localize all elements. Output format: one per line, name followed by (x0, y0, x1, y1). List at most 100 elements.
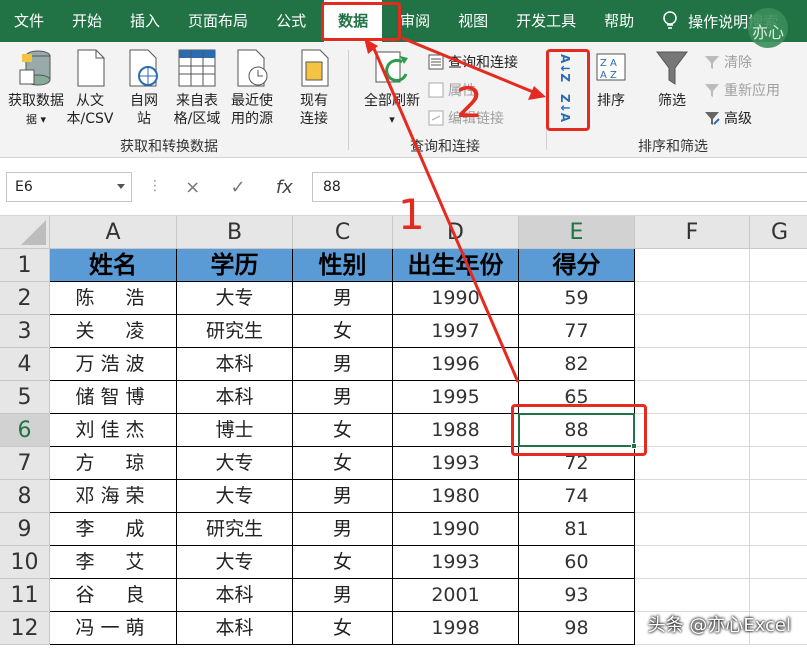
cell-b4[interactable]: 本科 (177, 348, 293, 381)
filter-button[interactable]: 筛选 (652, 48, 692, 110)
row-header-5[interactable]: 5 (0, 381, 50, 414)
cell-b5[interactable]: 本科 (177, 381, 293, 414)
cell-a3[interactable]: 关 凌 (50, 315, 177, 348)
cell-g7[interactable] (750, 447, 807, 480)
cell-f3[interactable] (635, 315, 750, 348)
refresh-all-button[interactable]: 全部刷新 ▾ (356, 48, 428, 129)
cell-e3[interactable]: 77 (519, 315, 635, 348)
row-header-1[interactable]: 1 (0, 249, 50, 282)
tab-1[interactable]: 开始 (58, 0, 116, 42)
cell-a8[interactable]: 邓海荣 (50, 480, 177, 513)
tab-4[interactable]: 公式 (262, 0, 320, 42)
cell-d12[interactable]: 1998 (393, 612, 519, 645)
cell-d4[interactable]: 1996 (393, 348, 519, 381)
cell-b6[interactable]: 博士 (177, 414, 293, 447)
cell-f6[interactable] (635, 414, 750, 447)
cell-a1[interactable]: 姓名 (50, 249, 177, 282)
recent-sources-button[interactable]: 最近使用的源 (226, 48, 278, 128)
fill-handle[interactable] (631, 443, 637, 449)
cell-e9[interactable]: 81 (519, 513, 635, 546)
cell-g2[interactable] (750, 282, 807, 315)
cell-e1[interactable]: 得分 (519, 249, 635, 282)
tab-5[interactable]: 数据 (324, 0, 383, 42)
cancel-icon[interactable]: × (185, 177, 200, 198)
from-web-button[interactable]: 自网站 (124, 48, 164, 128)
cell-a6[interactable]: 刘佳杰 (50, 414, 177, 447)
cell-e2[interactable]: 59 (519, 282, 635, 315)
tab-6[interactable]: 审阅 (386, 0, 444, 42)
cell-b11[interactable]: 本科 (177, 579, 293, 612)
get-data-button[interactable]: 获取数据据 ▾ (8, 48, 64, 129)
cell-c6[interactable]: 女 (293, 414, 393, 447)
row-header-4[interactable]: 4 (0, 348, 50, 381)
tab-3[interactable]: 页面布局 (174, 0, 262, 42)
cell-d5[interactable]: 1995 (393, 381, 519, 414)
cell-a11[interactable]: 谷 良 (50, 579, 177, 612)
cell-g5[interactable] (750, 381, 807, 414)
column-header-f[interactable]: F (635, 216, 750, 249)
tab-7[interactable]: 视图 (444, 0, 502, 42)
row-header-12[interactable]: 12 (0, 612, 50, 645)
cell-c4[interactable]: 男 (293, 348, 393, 381)
cell-g4[interactable] (750, 348, 807, 381)
select-all-corner[interactable] (0, 216, 50, 249)
reapply-button[interactable]: 重新应用 (704, 80, 780, 100)
column-header-e[interactable]: E (519, 216, 635, 249)
existing-connections-button[interactable]: 现有连接 (292, 48, 336, 128)
cell-b2[interactable]: 大专 (177, 282, 293, 315)
cell-c12[interactable]: 女 (293, 612, 393, 645)
cell-a12[interactable]: 冯一萌 (50, 612, 177, 645)
from-text-button[interactable]: 从文本/CSV (62, 48, 118, 128)
cell-d6[interactable]: 1988 (393, 414, 519, 447)
cell-f7[interactable] (635, 447, 750, 480)
cell-b7[interactable]: 大专 (177, 447, 293, 480)
cell-a10[interactable]: 李 艾 (50, 546, 177, 579)
queries-connections-button[interactable]: 查询和连接 (428, 52, 518, 72)
cell-d1[interactable]: 出生年份 (393, 249, 519, 282)
cell-a2[interactable]: 陈 浩 (50, 282, 177, 315)
cell-c11[interactable]: 男 (293, 579, 393, 612)
cell-d3[interactable]: 1997 (393, 315, 519, 348)
cell-f8[interactable] (635, 480, 750, 513)
cell-g11[interactable] (750, 579, 807, 612)
cell-b10[interactable]: 大专 (177, 546, 293, 579)
row-header-7[interactable]: 7 (0, 447, 50, 480)
cell-e7[interactable]: 72 (519, 447, 635, 480)
cell-g9[interactable] (750, 513, 807, 546)
cell-c8[interactable]: 男 (293, 480, 393, 513)
tab-9[interactable]: 帮助 (590, 0, 648, 42)
cell-a9[interactable]: 李 成 (50, 513, 177, 546)
cell-b9[interactable]: 研究生 (177, 513, 293, 546)
cell-e6[interactable]: 88 (519, 414, 635, 447)
cell-e8[interactable]: 74 (519, 480, 635, 513)
sort-button[interactable]: Z A A Z 排序 (592, 48, 630, 110)
cell-c5[interactable]: 男 (293, 381, 393, 414)
chevron-down-icon[interactable] (117, 184, 125, 189)
cell-f10[interactable] (635, 546, 750, 579)
cell-d8[interactable]: 1980 (393, 480, 519, 513)
insert-function-icon[interactable]: fx (276, 177, 293, 198)
cell-a4[interactable]: 万浩波 (50, 348, 177, 381)
cell-e11[interactable]: 93 (519, 579, 635, 612)
cell-e10[interactable]: 60 (519, 546, 635, 579)
cell-e5[interactable]: 65 (519, 381, 635, 414)
cell-g3[interactable] (750, 315, 807, 348)
cell-b3[interactable]: 研究生 (177, 315, 293, 348)
cell-e12[interactable]: 98 (519, 612, 635, 645)
column-header-b[interactable]: B (177, 216, 293, 249)
row-header-11[interactable]: 11 (0, 579, 50, 612)
cell-g10[interactable] (750, 546, 807, 579)
formula-input[interactable]: 88 (312, 172, 807, 202)
row-header-8[interactable]: 8 (0, 480, 50, 513)
cell-d9[interactable]: 1990 (393, 513, 519, 546)
cell-c9[interactable]: 男 (293, 513, 393, 546)
column-header-g[interactable]: G (750, 216, 807, 249)
row-header-2[interactable]: 2 (0, 282, 50, 315)
row-header-6[interactable]: 6 (0, 414, 50, 447)
column-header-a[interactable]: A (50, 216, 177, 249)
cell-c3[interactable]: 女 (293, 315, 393, 348)
sort-ascending-button[interactable]: A↓Z (558, 54, 572, 82)
cell-b12[interactable]: 本科 (177, 612, 293, 645)
column-header-c[interactable]: C (293, 216, 393, 249)
drag-handle-icon[interactable]: ⋮ (148, 178, 162, 194)
